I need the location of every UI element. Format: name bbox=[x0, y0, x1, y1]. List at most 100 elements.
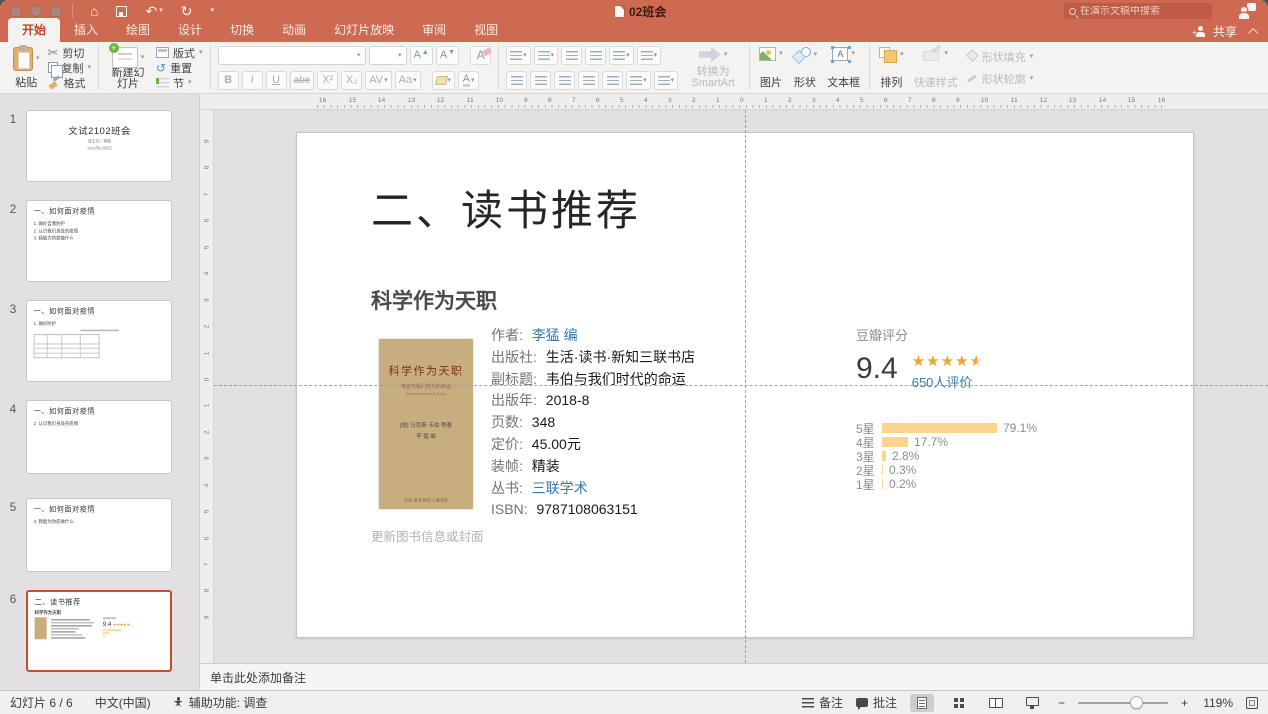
ribbon-tab[interactable]: 插入 bbox=[60, 18, 112, 42]
collapse-ribbon-icon[interactable] bbox=[1248, 28, 1258, 38]
horizontal-guide-line[interactable] bbox=[214, 385, 1268, 386]
accessibility-status[interactable]: 辅助功能: 调查 bbox=[173, 694, 268, 711]
language-indicator[interactable]: 中文(中国) bbox=[95, 694, 151, 711]
ribbon-tab[interactable]: 开始 bbox=[8, 18, 60, 42]
section-button[interactable]: 节▾ bbox=[156, 76, 203, 90]
ribbon-tab[interactable]: 视图 bbox=[460, 18, 512, 42]
font-size-select[interactable]: ▾ bbox=[369, 46, 407, 65]
zoom-level[interactable]: 119% bbox=[1201, 696, 1233, 710]
new-slide-button[interactable]: ▾ 新建幻灯片 bbox=[106, 46, 150, 90]
section-icon bbox=[156, 78, 169, 88]
strikethrough-button[interactable]: abe bbox=[290, 71, 315, 90]
align-right-button[interactable] bbox=[554, 71, 575, 90]
book-info-row: 副标题: 韦伯与我们时代的命运 bbox=[491, 369, 695, 391]
increase-indent-button[interactable] bbox=[585, 46, 606, 65]
highlight-button[interactable]: ▾ bbox=[432, 71, 456, 90]
reading-view-button[interactable] bbox=[984, 694, 1008, 712]
slide-thumbnail-3[interactable]: 一、如何面对疫情 1. 做好防护 bbox=[26, 300, 172, 382]
justify-button[interactable] bbox=[578, 71, 599, 90]
align-center-button[interactable] bbox=[530, 71, 551, 90]
zoom-slider-knob[interactable] bbox=[1130, 696, 1143, 709]
superscript-button[interactable]: X² bbox=[317, 71, 338, 90]
zoom-slider[interactable] bbox=[1078, 702, 1168, 704]
numbering-button[interactable]: ▾ bbox=[534, 46, 559, 65]
font-family-select[interactable]: ▾ bbox=[218, 46, 366, 65]
comments-toggle-button[interactable]: 批注 bbox=[856, 694, 897, 711]
save-icon[interactable] bbox=[116, 6, 127, 17]
slide-sorter-view-button[interactable] bbox=[947, 694, 971, 712]
rating-votes: 650人评价 bbox=[912, 372, 984, 391]
account-presence-icon[interactable] bbox=[1240, 3, 1256, 19]
bullets-button[interactable]: ▾ bbox=[506, 46, 531, 65]
share-icon: + bbox=[1194, 26, 1208, 37]
paste-button[interactable]: ▾ 粘贴 bbox=[11, 46, 42, 90]
align-text-button[interactable]: ▾ bbox=[654, 71, 679, 90]
slideshow-button[interactable] bbox=[1021, 694, 1045, 712]
italic-button[interactable]: I bbox=[242, 71, 263, 90]
decrease-indent-button[interactable] bbox=[561, 46, 582, 65]
notes-toggle-button[interactable]: 备注 bbox=[802, 694, 843, 711]
slide-thumbnail-6-selected[interactable]: 二、读书推荐 科学作为天职 bbox=[26, 590, 172, 672]
slide-editor-canvas[interactable]: 1615141312111098765432101234567891011121… bbox=[200, 94, 1268, 663]
grow-font-button[interactable]: A▲ bbox=[410, 46, 433, 65]
share-button[interactable]: + 共享 bbox=[1194, 23, 1237, 40]
shape-fill-button[interactable]: 形状填充▾ bbox=[966, 50, 1034, 64]
textbox-button[interactable]: A▾ 文本框 bbox=[825, 46, 862, 90]
slide-thumbnail-4[interactable]: 一、如何面对疫情 2. 认识我们身处的疫情 bbox=[26, 400, 172, 474]
ribbon-tab[interactable]: 设计 bbox=[164, 18, 216, 42]
align-left-button[interactable] bbox=[506, 71, 527, 90]
slide-thumbnail-2[interactable]: 一、如何面对疫情 1. 做好自我防护 2. 认识我们身处的疫情 3. 我能为防疫… bbox=[26, 200, 172, 282]
book-cover-image[interactable]: 科学作为天职 韦伯与我们时代的命运 Wissenschaft als Beruf… bbox=[379, 339, 473, 509]
ribbon-tab[interactable]: 审阅 bbox=[408, 18, 460, 42]
quick-styles-button[interactable]: ▾ 快速样式 bbox=[912, 46, 960, 90]
ribbon-tab[interactable]: 切换 bbox=[216, 18, 268, 42]
align-left-icon bbox=[511, 76, 523, 85]
convert-smartart-button[interactable]: ▾ 转换为 SmartArt bbox=[684, 46, 742, 90]
shape-outline-button[interactable]: 形状轮廓▾ bbox=[966, 72, 1034, 86]
copy-button[interactable]: 复制▾ bbox=[48, 61, 92, 75]
zoom-window-button[interactable] bbox=[50, 5, 62, 17]
character-spacing-button[interactable]: AV▾ bbox=[365, 71, 391, 90]
font-color-button[interactable]: A▾ bbox=[458, 71, 479, 90]
bold-button[interactable]: B bbox=[218, 71, 239, 90]
picture-icon bbox=[759, 47, 776, 61]
notes-pane[interactable]: 单击此处添加备注 bbox=[200, 663, 1268, 690]
shapes-button[interactable]: ▾ 形状 bbox=[791, 46, 820, 90]
columns-button[interactable]: ▾ bbox=[637, 46, 662, 65]
book-title[interactable]: 科学作为天职 bbox=[371, 285, 497, 315]
text-direction-button[interactable]: ▾ bbox=[626, 71, 651, 90]
close-window-button[interactable] bbox=[10, 5, 22, 17]
slide-thumbnail-5[interactable]: 一、如何面对疫情 3. 我能为防疫做什么 bbox=[26, 498, 172, 572]
slide-section-title[interactable]: 二、读书推荐 bbox=[371, 177, 641, 238]
subscript-button[interactable]: X₂ bbox=[341, 71, 362, 90]
shape-outline-icon bbox=[966, 73, 978, 84]
ribbon-tab[interactable]: 幻灯片放映 bbox=[320, 18, 408, 42]
clear-formatting-button[interactable]: A bbox=[470, 46, 491, 65]
ribbon-tab[interactable]: 绘图 bbox=[112, 18, 164, 42]
cut-button[interactable]: ✂剪切 bbox=[48, 46, 92, 60]
line-spacing-button[interactable]: ▾ bbox=[609, 46, 634, 65]
slide-thumbnail-1[interactable]: 文试2102班会 班主任：杨帆 2021年1月6日 bbox=[26, 110, 172, 182]
change-case-button[interactable]: Aa▾ bbox=[395, 71, 421, 90]
format-painter-button[interactable]: 格式 bbox=[48, 76, 92, 90]
reset-button[interactable]: ↺重置 bbox=[156, 61, 203, 75]
align-center-icon bbox=[535, 76, 547, 85]
distribute-button[interactable] bbox=[602, 71, 623, 90]
arrange-button[interactable]: ▾ 排列 bbox=[877, 46, 906, 90]
search-box[interactable] bbox=[1064, 3, 1212, 19]
vertical-guide-line[interactable] bbox=[745, 110, 746, 663]
vertical-ruler[interactable]: 9876543210123456789 bbox=[200, 110, 214, 663]
ribbon-tab[interactable]: 动画 bbox=[268, 18, 320, 42]
shrink-font-button[interactable]: A▼ bbox=[436, 46, 459, 65]
zoom-in-icon[interactable]: + bbox=[1181, 696, 1188, 710]
horizontal-ruler[interactable]: 1615141312111098765432101234567891011121… bbox=[200, 94, 1268, 110]
minimize-window-button[interactable] bbox=[30, 5, 42, 17]
fit-slide-to-window-icon[interactable] bbox=[1246, 697, 1258, 709]
search-input[interactable] bbox=[1080, 6, 1207, 17]
underline-button[interactable]: U bbox=[266, 71, 287, 90]
zoom-out-icon[interactable]: − bbox=[1058, 696, 1065, 710]
picture-button[interactable]: ▾ 图片 bbox=[757, 46, 785, 90]
layout-button[interactable]: 版式▾ bbox=[156, 46, 203, 60]
normal-view-button[interactable] bbox=[910, 694, 934, 712]
slide-thumbnail-panel: 1 文试2102班会 班主任：杨帆 2021年1月6日 2 一、如何面对疫情 1… bbox=[0, 94, 200, 690]
